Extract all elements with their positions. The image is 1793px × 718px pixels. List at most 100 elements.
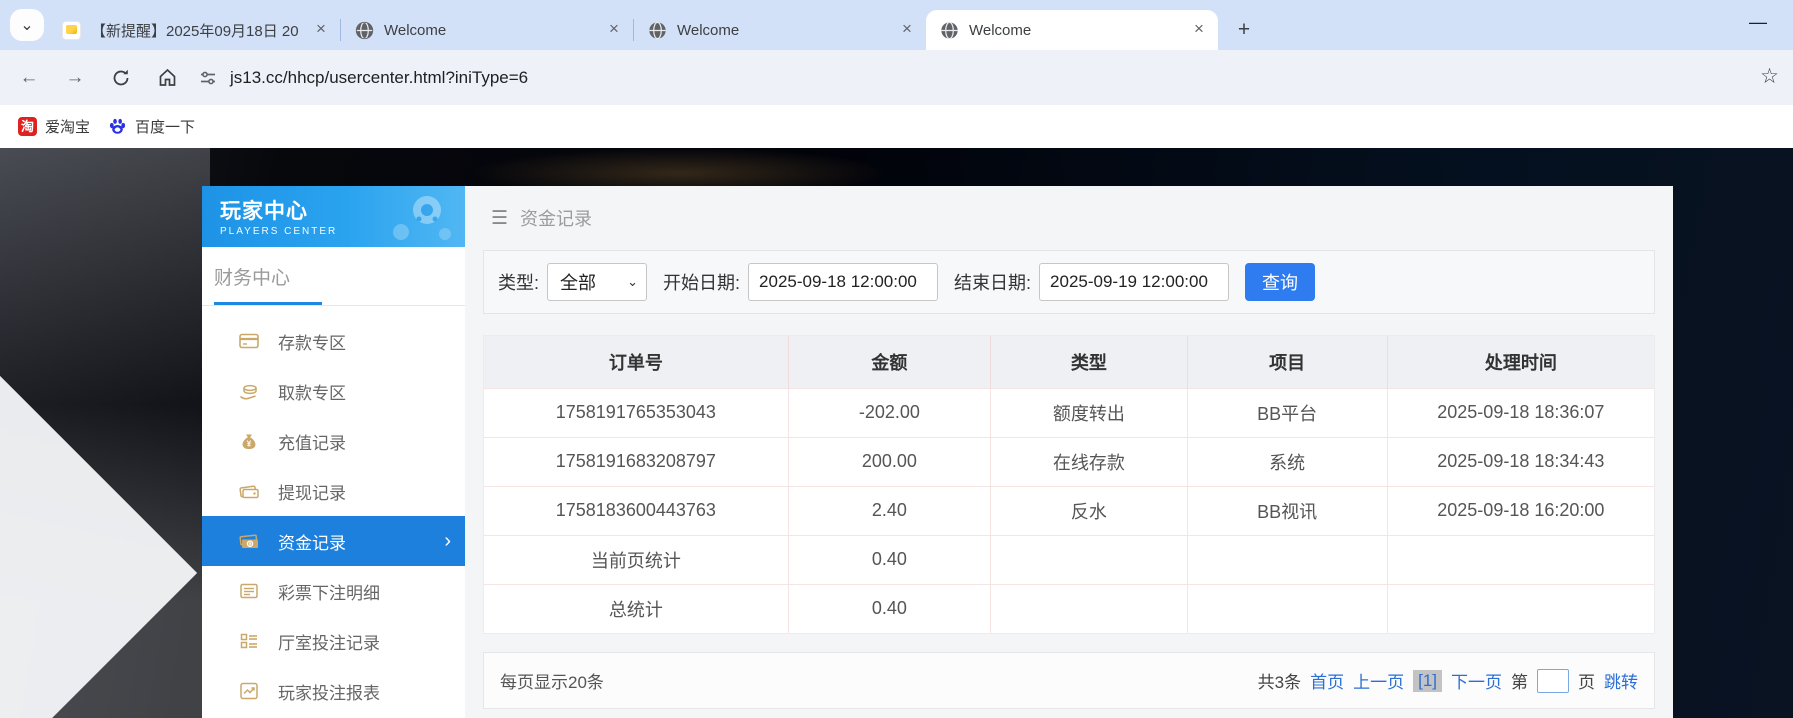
tab-title: Welcome [677, 21, 740, 39]
page-jump-input[interactable] [1537, 668, 1569, 693]
sidebar-item-label: 取款专区 [278, 383, 346, 403]
reload-button[interactable] [104, 61, 138, 95]
url-bar[interactable]: js13.cc/hhcp/usercenter.html?iniType=6 [198, 68, 1793, 88]
close-icon[interactable]: × [898, 20, 916, 39]
cell-type: 额度转出 [990, 387, 1188, 437]
forward-icon: → [65, 66, 85, 88]
sidebar-item-label: 充值记录 [278, 433, 346, 453]
cell-amount: 200.00 [788, 436, 992, 486]
screen: ⌄ 【新提醒】2025年09月18日 20 × Welcome × Welcom… [0, 0, 1793, 718]
close-icon[interactable]: × [605, 20, 623, 39]
table-row-grand-total: 总统计 0.40 [484, 583, 1654, 633]
sidebar-item-hall-bet-records[interactable]: 厅室投注记录 [202, 616, 465, 666]
cell-label: 总统计 [484, 583, 789, 633]
jump-link[interactable]: 跳转 [1604, 668, 1638, 693]
sidebar-item-withdraw-zone[interactable]: 取款专区 [202, 366, 465, 416]
site-info-icon[interactable] [198, 68, 218, 88]
sidebar-item-label: 彩票下注明细 [278, 583, 380, 603]
sidebar-item-lottery-bet-details[interactable]: 彩票下注明细 [202, 566, 465, 616]
sidebar-item-fund-records[interactable]: ¥ 资金记录 › [202, 516, 465, 566]
end-date-label: 结束日期: [954, 273, 1032, 293]
home-button[interactable] [150, 61, 184, 95]
hamburger-icon[interactable]: ☰ [491, 207, 508, 230]
baidu-paw-icon [109, 118, 126, 134]
end-date-input[interactable] [1039, 263, 1230, 301]
chevron-right-icon: › [444, 529, 451, 552]
sidebar-header: 玩家中心 PLAYERS CENTER [202, 186, 465, 247]
cell-project: 系统 [1187, 436, 1388, 486]
sidebar-item-recharge-records[interactable]: ¥ 充值记录 [202, 416, 465, 466]
gamepad-decoration-icon [393, 196, 451, 240]
close-icon[interactable]: × [1190, 20, 1208, 39]
cell-project: BB平台 [1187, 387, 1388, 437]
list-icon [240, 583, 258, 599]
sidebar-item-deposit-zone[interactable]: 存款专区 [202, 316, 465, 366]
globe-icon [649, 21, 666, 39]
sidebar-item-label: 提现记录 [278, 483, 346, 503]
report-chart-icon [240, 682, 258, 700]
bookmark-baidu[interactable]: 百度一下 [108, 116, 195, 137]
bookmark-label: 百度一下 [135, 119, 196, 136]
col-header-type: 类型 [990, 336, 1188, 388]
next-page-link[interactable]: 下一页 [1451, 668, 1502, 693]
pagination-bar: 每页显示20条 共3条 首页 上一页 [1] 下一页 第 页 跳转 [483, 652, 1655, 709]
type-select-value: 全部 [560, 273, 597, 293]
taobao-icon: 淘 [18, 117, 37, 136]
tab-welcome-2[interactable]: Welcome × [634, 10, 926, 50]
cell-label: 当前页统计 [484, 534, 789, 584]
records-table: 订单号 金额 类型 项目 处理时间 1758191765353043 -202.… [484, 336, 1654, 633]
chevron-down-icon: ⌄ [20, 17, 34, 34]
grid-list-icon [240, 633, 257, 649]
window-minimize-button[interactable]: — [1749, 12, 1767, 33]
back-button[interactable]: ← [12, 61, 46, 95]
tab-actions-button[interactable]: ⌄ [10, 9, 44, 41]
col-header-project: 项目 [1187, 336, 1388, 388]
filter-bar: 类型: 全部 ⌄ 开始日期: 结束日期: 查询 [483, 250, 1655, 314]
cell-order-no: 1758191765353043 [484, 387, 789, 437]
table-header-row: 订单号 金额 类型 项目 处理时间 [484, 336, 1654, 388]
bookmark-star-button[interactable]: ☆ [1760, 64, 1779, 89]
moneybag-icon: ¥ [242, 434, 256, 450]
cell-project: BB视讯 [1187, 485, 1388, 535]
globe-icon [941, 21, 958, 39]
cell-amount: 0.40 [788, 534, 992, 584]
sidebar-item-label: 厅室投注记录 [278, 633, 380, 653]
forward-button[interactable]: → [58, 61, 92, 95]
pager: 共3条 首页 上一页 [1] 下一页 第 页 跳转 [1249, 668, 1638, 693]
records-table-container: 订单号 金额 类型 项目 处理时间 1758191765353043 -202.… [483, 335, 1655, 634]
sidebar-item-label: 玩家投注报表 [278, 683, 380, 703]
tab-notification[interactable]: 【新提醒】2025年09月18日 20 × [48, 10, 340, 50]
sidebar: 玩家中心 PLAYERS CENTER 财务中心 存款专区 取款专区 ¥ 充值记… [202, 186, 465, 718]
cell-type: 在线存款 [990, 436, 1188, 486]
url-text[interactable]: js13.cc/hhcp/usercenter.html?iniType=6 [230, 68, 528, 88]
close-icon[interactable]: × [312, 20, 330, 39]
table-row: 1758191683208797 200.00 在线存款 系统 2025-09-… [484, 436, 1654, 486]
sidebar-menu: 存款专区 取款专区 ¥ 充值记录 提现记录 ¥ 资金记录 › 彩票下注明细 厅室… [202, 316, 465, 716]
tab-welcome-active[interactable]: Welcome × [926, 10, 1218, 50]
tab-title: Welcome [384, 21, 447, 39]
deposit-card-icon [239, 333, 259, 349]
start-date-input[interactable] [748, 263, 939, 301]
sidebar-item-player-bet-report[interactable]: 玩家投注报表 [202, 666, 465, 716]
bookmark-taobao[interactable]: 淘 爱淘宝 [18, 116, 90, 137]
total-count-text: 共3条 [1257, 673, 1302, 692]
svg-text:¥: ¥ [247, 440, 252, 449]
new-tab-button[interactable]: + [1230, 16, 1258, 44]
cell-amount: -202.00 [788, 387, 992, 437]
tab-welcome-1[interactable]: Welcome × [341, 10, 633, 50]
page-viewport: 玩家中心 PLAYERS CENTER 财务中心 存款专区 取款专区 ¥ 充值记… [0, 148, 1793, 718]
plus-icon: + [1237, 18, 1251, 41]
table-row: 1758191765353043 -202.00 额度转出 BB平台 2025-… [484, 387, 1654, 437]
sidebar-section: 财务中心 [202, 247, 465, 305]
browser-toolbar: ← → js13.cc/hhcp/usercenter.html?iniType… [0, 50, 1793, 105]
table-row-page-total: 当前页统计 0.40 [484, 534, 1654, 584]
first-page-link[interactable]: 首页 [1310, 668, 1344, 693]
type-select[interactable]: 全部 ⌄ [547, 263, 648, 301]
search-button[interactable]: 查询 [1245, 263, 1316, 301]
notification-mail-icon [62, 20, 81, 40]
sidebar-item-withdrawal-records[interactable]: 提现记录 [202, 466, 465, 516]
bookmark-label: 爱淘宝 [45, 119, 91, 136]
type-label: 类型: [498, 273, 540, 293]
prev-page-link[interactable]: 上一页 [1353, 668, 1404, 693]
content-area: ☰ 资金记录 类型: 全部 ⌄ 开始日期: 结束日期: 查询 [465, 186, 1673, 718]
